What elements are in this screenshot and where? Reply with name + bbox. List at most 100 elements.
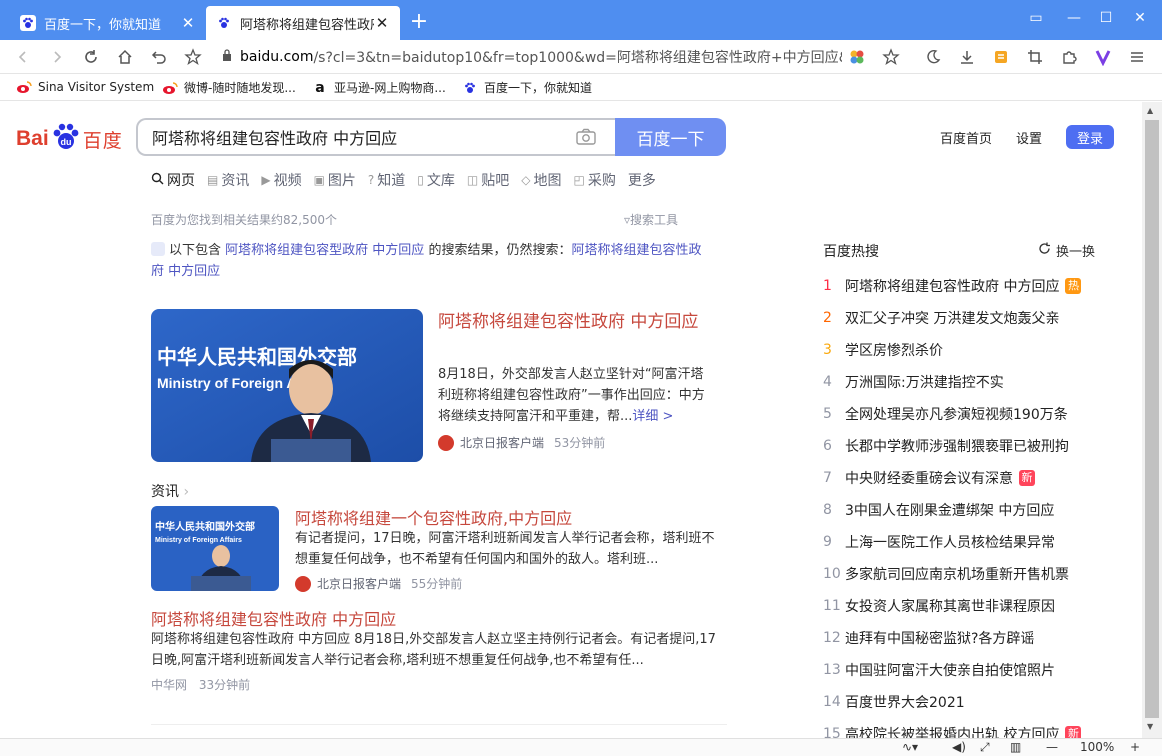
hot-search-item[interactable]: 11 女投资人家属称其离世非课程原因 [823, 590, 1123, 622]
source-name[interactable]: 北京日报客户端 [317, 575, 401, 592]
hot-search-item[interactable]: 6 长郡中学教师涉强制猥亵罪已被刑拘 [823, 430, 1123, 462]
bookmark-star-icon[interactable] [880, 46, 902, 68]
undo-icon[interactable] [148, 46, 170, 68]
more-link[interactable]: 详细 > [632, 409, 673, 424]
hot-search-item[interactable]: 3 学区房惨烈杀价 [823, 334, 1123, 366]
close-tab-icon[interactable]: ✕ [180, 14, 196, 32]
hint-prefix: 以下包含 [169, 243, 222, 258]
result-title[interactable]: 阿塔称将组建包容性政府 中方回应 [151, 606, 396, 630]
reading-mode-icon[interactable]: ▥ [1010, 740, 1021, 754]
tab-more[interactable]: 更多 [628, 170, 656, 190]
hot-search-item[interactable]: 14 百度世界大会2021 [823, 686, 1123, 718]
hot-search-item[interactable]: 15 高校院长被举报婚内出轨 校方回应新 [823, 718, 1123, 738]
bookmark-label: 亚马逊-网上购物商... [334, 81, 446, 95]
fullscreen-icon[interactable]: ⤢ [980, 740, 990, 755]
hot-search-item[interactable]: 2 双汇父子冲突 万洪建发文炮轰父亲 [823, 302, 1123, 334]
card-source: 北京日报客户端 53分钟前 [438, 434, 605, 451]
tab-label: 贴吧 [481, 173, 510, 189]
news-title[interactable]: 阿塔称将组建一个包容性政府,中方回应 [295, 505, 572, 529]
source-time: 33分钟前 [198, 678, 251, 692]
scroll-down-icon[interactable]: ▼ [1147, 722, 1153, 731]
volume-icon[interactable]: ◀) [952, 740, 966, 754]
new-tab-button[interactable]: + [408, 8, 430, 36]
tab-news[interactable]: ▤ 资讯 [207, 170, 249, 190]
hot-search-item[interactable]: 4 万洲国际:万洪建指控不实 [823, 366, 1123, 398]
reload-icon[interactable] [80, 46, 102, 68]
bookmark-sina[interactable]: Sina Visitor System [16, 79, 154, 95]
tab-caigou[interactable]: ◰ 采购 [573, 170, 615, 190]
news-image[interactable]: 中华人民共和国外交部 Ministry of Foreign Affairs [151, 506, 279, 591]
address-bar[interactable]: baidu.com/s?cl=3&tn=baidutop10&fr=top100… [222, 44, 842, 70]
result-count: 百度为您找到相关结果约82,500个 [151, 213, 337, 227]
zoom-level: 100% [1080, 740, 1115, 754]
maximize-icon[interactable]: ☐ [1096, 10, 1116, 26]
back-icon[interactable] [12, 46, 34, 68]
tab-list-icon[interactable]: ▭ [1026, 10, 1046, 26]
scrollbar[interactable]: ▲ ▼ [1142, 102, 1162, 738]
night-mode-icon[interactable] [922, 46, 944, 68]
extensions-puzzle-icon[interactable] [1058, 46, 1080, 68]
baidu-home-link[interactable]: 百度首页 [940, 128, 992, 147]
card-title[interactable]: 阿塔称将组建包容性政府 中方回应 [438, 308, 708, 336]
weibo-icon [162, 80, 178, 96]
hot-rank: 7 [823, 470, 832, 486]
hot-rank: 5 [823, 406, 832, 422]
tab-video[interactable]: ▶ 视频 [261, 170, 301, 190]
extension-clover-icon[interactable] [846, 46, 868, 68]
close-tab-icon[interactable]: ✕ [374, 14, 390, 32]
v-extension-icon[interactable] [1092, 46, 1114, 68]
tab-tieba[interactable]: ◫ 贴吧 [467, 170, 509, 190]
tab-baidu-home[interactable]: 百度一下，你就知道 ✕ [10, 6, 206, 40]
hot-search-item[interactable]: 5 全网处理吴亦凡参演短视频190万条 [823, 398, 1123, 430]
camera-icon[interactable] [576, 128, 596, 146]
baidu-logo[interactable]: Bai du 百度 [16, 122, 123, 156]
hint-link-corrected[interactable]: 阿塔称将组建包容型政府 中方回应 [225, 243, 424, 258]
hot-rank: 15 [823, 726, 841, 738]
search-input[interactable]: 阿塔称将组建包容性政府 中方回应 [136, 118, 616, 156]
bookmark-weibo[interactable]: 微博-随时随地发现... [162, 79, 296, 96]
settings-link[interactable]: 设置 [1016, 128, 1042, 147]
close-window-icon[interactable]: ✕ [1130, 10, 1150, 26]
hot-search-item[interactable]: 10 多家航司回应南京机场重新开售机票 [823, 558, 1123, 590]
tab-map[interactable]: ◇ 地图 [521, 170, 561, 190]
tab-search-result[interactable]: 阿塔称将组建包容性政府 ✕ [206, 6, 400, 40]
tab-image[interactable]: ▣ 图片 [314, 170, 356, 190]
zoom-out-icon[interactable]: — [1046, 740, 1058, 754]
news-section-label[interactable]: 资讯 › [151, 481, 189, 501]
search-button[interactable]: 百度一下 [615, 118, 726, 156]
screenshot-icon[interactable] [1024, 46, 1046, 68]
hot-search-item[interactable]: 9 上海一医院工作人员核检结果异常 [823, 526, 1123, 558]
hot-search-item[interactable]: 13 中国驻阿富汗大使亲自拍使馆照片 [823, 654, 1123, 686]
hot-text: 中央财经委重磅会议有深意 [845, 471, 1013, 487]
zoom-in-icon[interactable]: + [1130, 740, 1140, 754]
scroll-thumb[interactable] [1145, 120, 1159, 718]
forward-icon[interactable] [46, 46, 68, 68]
bookmark-baidu[interactable]: 百度一下，你就知道 [462, 79, 592, 96]
result-source: 中华网 33分钟前 [151, 676, 250, 693]
notes-icon[interactable] [990, 46, 1012, 68]
bookmark-amazon[interactable]: a 亚马逊-网上购物商... [312, 79, 446, 96]
hot-search-item[interactable]: 8 3中国人在刚果金遭绑架 中方回应 [823, 494, 1123, 526]
hot-search-item[interactable]: 1 阿塔称将组建包容性政府 中方回应热 [823, 270, 1123, 302]
wave-icon[interactable]: ∿▾ [902, 740, 918, 754]
source-name[interactable]: 中华网 [151, 678, 187, 692]
minimize-icon[interactable]: — [1064, 10, 1084, 26]
search-tools-button[interactable]: ▿搜索工具 [624, 211, 678, 228]
favorite-star-icon[interactable] [182, 46, 204, 68]
tab-zhidao[interactable]: ? 知道 [368, 170, 405, 190]
tab-label: 视频 [273, 173, 302, 189]
scroll-up-icon[interactable]: ▲ [1147, 106, 1153, 115]
tab-web[interactable]: 网页 [151, 170, 195, 190]
home-icon[interactable] [114, 46, 136, 68]
refresh-button[interactable]: 换一换 [1038, 241, 1095, 260]
download-icon[interactable] [956, 46, 978, 68]
tab-wenku[interactable]: ▯ 文库 [417, 170, 455, 190]
news-image[interactable]: 中华人民共和国外交部 Ministry of Foreign Affairs [151, 309, 423, 462]
hot-rank: 10 [823, 566, 841, 582]
menu-icon[interactable] [1126, 46, 1148, 68]
source-name[interactable]: 北京日报客户端 [460, 434, 544, 451]
video-icon: ▶ [261, 173, 271, 187]
hot-search-item[interactable]: 7 中央财经委重磅会议有深意新 [823, 462, 1123, 494]
hot-search-item[interactable]: 12 迪拜有中国秘密监狱?各方辟谣 [823, 622, 1123, 654]
login-button[interactable]: 登录 [1066, 125, 1114, 149]
